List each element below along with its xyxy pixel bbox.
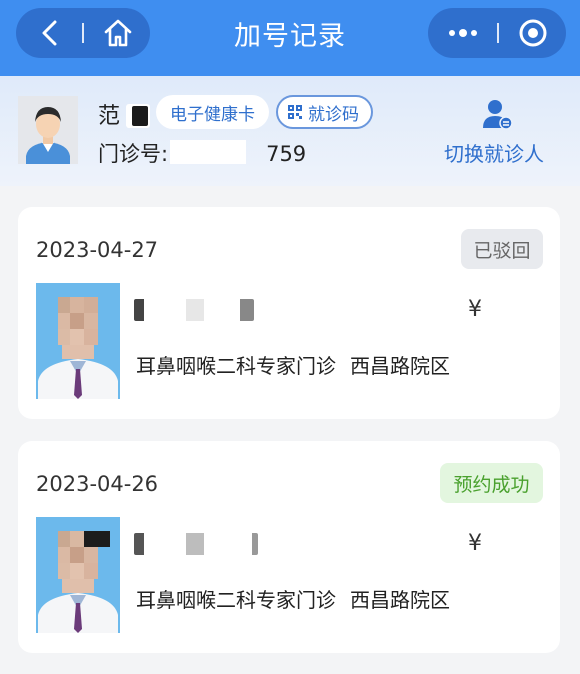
switch-patient-label[interactable]: 切换就诊人 [444, 138, 544, 167]
status-badge: 已驳回 [461, 229, 543, 269]
doctor-avatar-icon [36, 517, 120, 633]
patient-profile: 范 电子健康卡 就诊码 门诊号: 759 切换就诊人 [0, 76, 580, 186]
record-date: 2023-04-27 [36, 238, 159, 262]
health-card-label: 电子健康卡 [170, 104, 255, 125]
avatar [18, 96, 78, 164]
department-info: 耳鼻咽喉二科专家门诊 西昌路院区 [136, 350, 450, 379]
department-name: 耳鼻咽喉二科专家门诊 [136, 588, 336, 612]
qr-code-icon [288, 105, 302, 119]
price-mask [498, 301, 540, 323]
nav-header: 加号记录 [0, 0, 580, 76]
price-mask [498, 535, 540, 557]
visit-code-label: 就诊码 [308, 104, 359, 125]
department-info: 耳鼻咽喉二科专家门诊 西昌路院区 [136, 584, 450, 613]
nav-capsule-right [428, 8, 566, 58]
doctor-avatar-icon [36, 283, 120, 399]
price-symbol: ¥ [468, 531, 482, 556]
more-dots-icon [449, 29, 477, 37]
doctor-photo [36, 283, 120, 399]
patient-name: 范 [98, 104, 121, 129]
switch-patient-button[interactable] [481, 98, 513, 130]
clinic-number-mask [170, 140, 246, 164]
record-date: 2023-04-26 [36, 472, 159, 496]
health-card-button[interactable]: 电子健康卡 [156, 95, 269, 129]
campus-name: 西昌路院区 [350, 354, 450, 378]
close-button[interactable] [508, 8, 558, 58]
capsule-divider [497, 23, 499, 43]
target-circle-icon [519, 19, 547, 47]
record-card[interactable]: 2023-04-27 已驳回 ¥ 耳鼻咽喉二科专家门诊 西昌路院区 [18, 207, 560, 419]
clinic-number-suffix: 759 [266, 142, 307, 166]
user-avatar-icon [18, 96, 78, 164]
visit-code-button[interactable]: 就诊码 [276, 95, 373, 129]
price-symbol: ¥ [468, 297, 482, 322]
doctor-photo [36, 517, 120, 633]
doctor-name-mask [134, 533, 258, 555]
department-name: 耳鼻咽喉二科专家门诊 [136, 354, 336, 378]
more-button[interactable] [438, 8, 488, 58]
status-badge: 预约成功 [440, 463, 543, 503]
doctor-name-mask [134, 299, 254, 321]
name-mask-dark [132, 106, 148, 126]
campus-name: 西昌路院区 [350, 588, 450, 612]
record-card[interactable]: 2023-04-26 预约成功 ¥ 耳鼻咽喉二科专家门诊 西昌路院区 [18, 441, 560, 653]
clinic-number-label: 门诊号: [98, 142, 169, 166]
switch-user-icon [483, 100, 513, 130]
